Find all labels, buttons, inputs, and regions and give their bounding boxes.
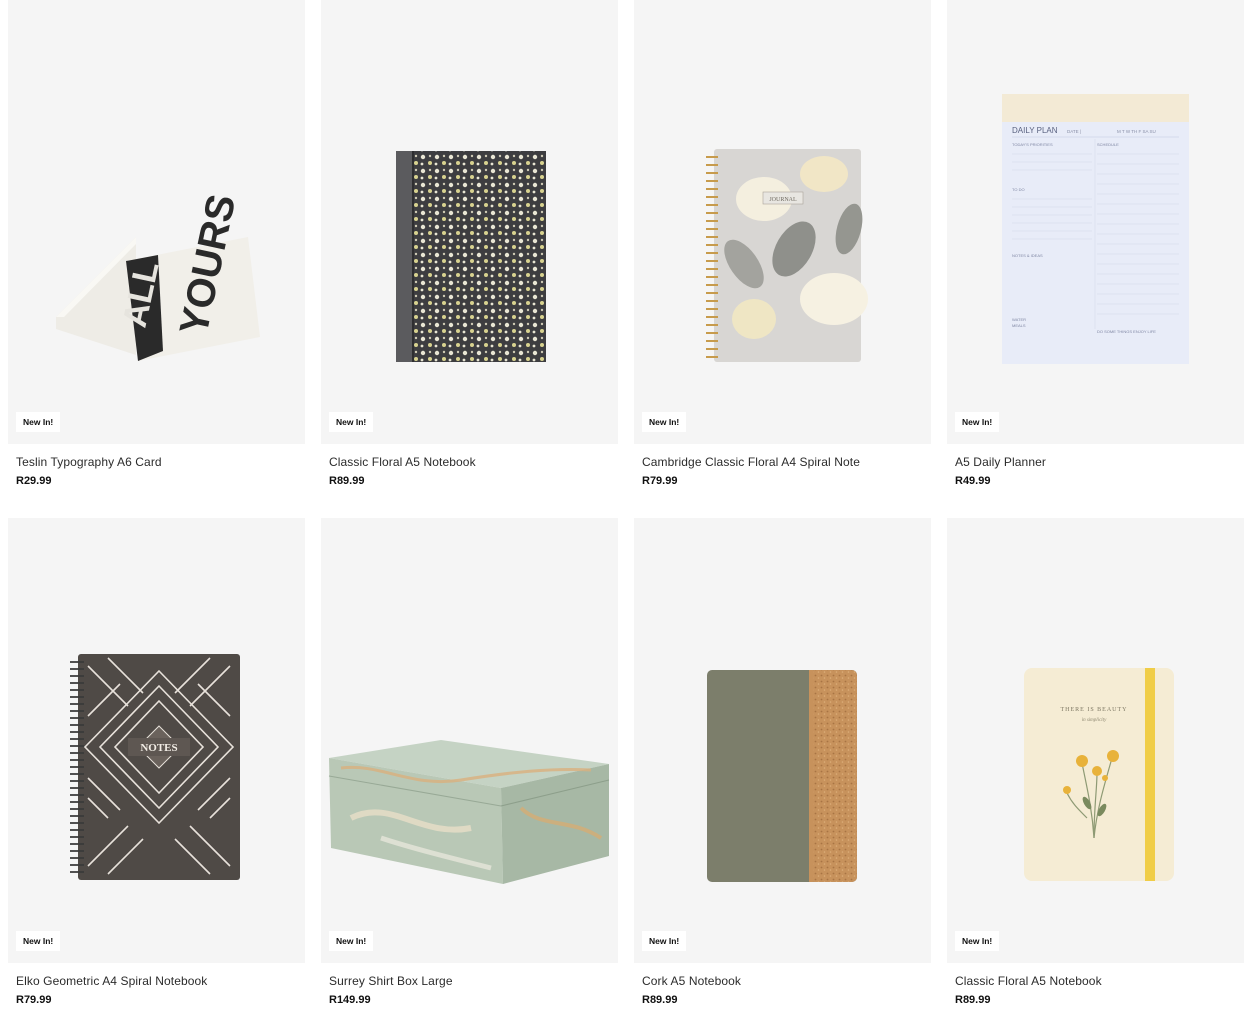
- product-title[interactable]: Cork A5 Notebook: [642, 973, 923, 989]
- planner-notes: NOTES & IDEAS: [1012, 253, 1043, 258]
- product-image-container[interactable]: ALL YOURS New In!: [8, 0, 305, 444]
- product-card[interactable]: ALL YOURS New In! Teslin Typography A6 C…: [8, 0, 305, 490]
- new-in-badge: New In!: [16, 930, 61, 951]
- notes-label: NOTES: [140, 742, 177, 754]
- new-in-badge: New In!: [329, 411, 374, 432]
- product-card[interactable]: NOTES New In! Elko Geometric A4 Spiral N…: [8, 518, 305, 1008]
- product-price: R79.99: [16, 994, 52, 1006]
- new-in-badge: New In!: [642, 411, 687, 432]
- product-title[interactable]: A5 Daily Planner: [955, 454, 1236, 470]
- planner-date: DATE |: [1067, 129, 1081, 134]
- planner-title: DAILY PLAN: [1012, 126, 1058, 135]
- planner-water: WATER: [1012, 317, 1026, 322]
- planner-meals: MEALS: [1012, 323, 1026, 328]
- product-image-container[interactable]: THERE IS BEAUTY in simplicity New In!: [947, 518, 1244, 963]
- product-card[interactable]: New In! Surrey Shirt Box Large R149.99: [321, 518, 618, 1008]
- product-grid: ALL YOURS New In! Teslin Typography A6 C…: [0, 0, 1250, 1034]
- product-price: R149.99: [329, 994, 371, 1006]
- new-in-badge: New In!: [16, 411, 61, 432]
- new-in-badge: New In!: [642, 930, 687, 951]
- product-image-container[interactable]: New In!: [321, 0, 618, 444]
- new-in-badge: New In!: [955, 411, 1000, 432]
- daily-planner-image[interactable]: DAILY PLAN DATE | M T W TH F SA SU TODAY…: [947, 0, 1244, 444]
- product-card[interactable]: THERE IS BEAUTY in simplicity New In! Cl…: [947, 518, 1244, 1008]
- product-title[interactable]: Classic Floral A5 Notebook: [329, 454, 610, 470]
- marble-box-image[interactable]: [321, 518, 618, 963]
- product-title[interactable]: Classic Floral A5 Notebook: [955, 973, 1236, 989]
- product-image-container[interactable]: New In!: [321, 518, 618, 963]
- product-image-container[interactable]: New In!: [634, 518, 931, 963]
- product-title[interactable]: Cambridge Classic Floral A4 Spiral Note: [642, 454, 923, 470]
- product-image-container[interactable]: JOURNAL New In!: [634, 0, 931, 444]
- beauty-label: THERE IS BEAUTY: [1061, 707, 1128, 713]
- product-price: R89.99: [642, 994, 678, 1006]
- planner-days: M T W TH F SA SU: [1117, 129, 1156, 134]
- journal-label: JOURNAL: [769, 197, 797, 203]
- product-price: R89.99: [955, 994, 991, 1006]
- new-in-badge: New In!: [955, 930, 1000, 951]
- planner-todo: TO DO: [1012, 187, 1025, 192]
- floral-notebook-image[interactable]: [321, 0, 618, 444]
- product-title[interactable]: Surrey Shirt Box Large: [329, 973, 610, 989]
- product-price: R29.99: [16, 475, 52, 487]
- product-image-container[interactable]: DAILY PLAN DATE | M T W TH F SA SU TODAY…: [947, 0, 1244, 444]
- product-image-container[interactable]: NOTES New In!: [8, 518, 305, 963]
- planner-priorities: TODAY'S PRIORITIES: [1012, 142, 1053, 147]
- product-title[interactable]: Elko Geometric A4 Spiral Notebook: [16, 973, 297, 989]
- floral-yellow-notebook-image[interactable]: THERE IS BEAUTY in simplicity: [947, 518, 1244, 963]
- planner-footer: DO SOME THINGS ENJOY LIFE: [1097, 329, 1156, 334]
- product-title[interactable]: Teslin Typography A6 Card: [16, 454, 297, 470]
- product-card[interactable]: New In! Classic Floral A5 Notebook R89.9…: [321, 0, 618, 490]
- new-in-badge: New In!: [329, 930, 374, 951]
- product-price: R49.99: [955, 475, 991, 487]
- product-card[interactable]: New In! Cork A5 Notebook R89.99: [634, 518, 931, 1008]
- product-card[interactable]: JOURNAL New In! Cambridge Classic Floral…: [634, 0, 931, 490]
- beauty-sub: in simplicity: [1082, 718, 1107, 723]
- product-card[interactable]: DAILY PLAN DATE | M T W TH F SA SU TODAY…: [947, 0, 1244, 490]
- typography-card-image[interactable]: ALL YOURS: [8, 0, 305, 444]
- planner-schedule: SCHEDULE: [1097, 142, 1119, 147]
- product-price: R79.99: [642, 475, 678, 487]
- product-price: R89.99: [329, 475, 365, 487]
- spiral-journal-image[interactable]: JOURNAL: [634, 0, 931, 444]
- geometric-notebook-image[interactable]: NOTES: [8, 518, 305, 963]
- cork-notebook-image[interactable]: [634, 518, 931, 963]
